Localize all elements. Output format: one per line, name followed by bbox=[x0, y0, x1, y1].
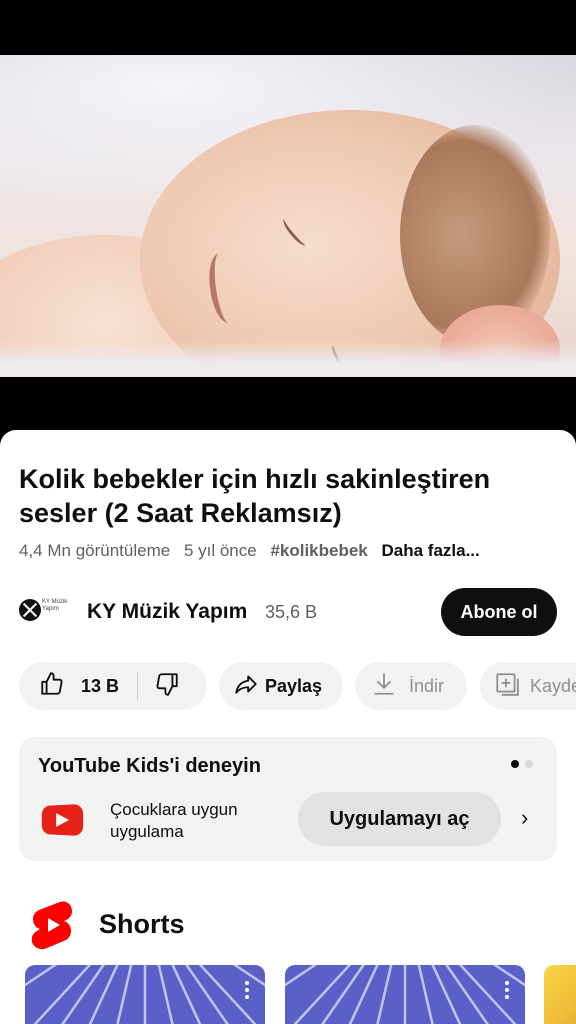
more-description-link[interactable]: Daha fazla... bbox=[382, 541, 480, 560]
shorts-thumbnail-art bbox=[285, 965, 525, 1024]
video-player[interactable] bbox=[0, 55, 576, 377]
channel-row: KY Müzik Yapım KY Müzik Yapım 35,6 B Abo… bbox=[19, 588, 559, 638]
subscribe-button[interactable]: Abone ol bbox=[441, 588, 557, 636]
save-label: Kayde bbox=[530, 675, 576, 696]
download-label: İndir bbox=[409, 675, 445, 696]
download-icon bbox=[371, 671, 401, 701]
upload-age: 5 yıl önce bbox=[183, 541, 257, 560]
video-details-panel: Kolik bebekler için hızlı sakinleştiren … bbox=[0, 430, 576, 1024]
save-button[interactable]: Kayde bbox=[480, 662, 576, 710]
shorts-logo-icon bbox=[31, 901, 72, 950]
like-dislike-group: 13 B bbox=[19, 662, 207, 710]
shorts-thumbnail[interactable] bbox=[544, 965, 576, 1024]
carousel-indicator bbox=[511, 760, 537, 770]
shorts-title: Shorts bbox=[99, 909, 185, 939]
hashtag-link[interactable]: #kolikbebek bbox=[270, 541, 367, 560]
action-bar: 13 B Paylaş İndir Kayde bbox=[19, 662, 576, 710]
carousel-dot bbox=[525, 760, 533, 768]
promo-title: YouTube Kids'i deneyin bbox=[38, 755, 261, 777]
chevron-right-icon[interactable]: › bbox=[521, 807, 535, 829]
share-label: Paylaş bbox=[265, 675, 323, 696]
promo-description: Çocuklara uygun uygulama bbox=[110, 800, 238, 841]
more-vert-icon[interactable] bbox=[245, 981, 249, 999]
thumb-down-icon[interactable] bbox=[154, 671, 184, 701]
video-blanket bbox=[0, 340, 576, 377]
shorts-section-header: Shorts bbox=[30, 900, 330, 950]
download-button[interactable]: İndir bbox=[355, 662, 467, 710]
shorts-thumbnail[interactable] bbox=[285, 965, 525, 1024]
channel-name[interactable]: KY Müzik Yapım bbox=[87, 600, 247, 624]
channel-avatar-text: KY Müzik Yapım bbox=[42, 599, 68, 612]
carousel-dot-active bbox=[511, 760, 519, 768]
share-button[interactable]: Paylaş bbox=[219, 662, 343, 710]
video-title[interactable]: Kolik bebekler için hızlı sakinleştiren … bbox=[19, 462, 539, 530]
shorts-thumbnail[interactable] bbox=[25, 965, 265, 1024]
like-count[interactable]: 13 B bbox=[81, 676, 119, 697]
player-bottom-bar bbox=[0, 377, 576, 432]
youtube-kids-logo-icon bbox=[41, 803, 84, 837]
more-vert-icon[interactable] bbox=[505, 981, 509, 999]
add-to-playlist-icon bbox=[494, 671, 524, 701]
status-bar-area bbox=[0, 0, 576, 55]
share-arrow-icon bbox=[233, 671, 263, 701]
like-divider bbox=[137, 672, 139, 700]
channel-logo-icon bbox=[19, 599, 41, 621]
open-app-button[interactable]: Uygulamayı aç bbox=[298, 792, 501, 846]
shorts-thumbnail-art bbox=[25, 965, 265, 1024]
view-count: 4,4 Mn görüntüleme bbox=[19, 541, 171, 560]
youtube-kids-promo-card: YouTube Kids'i deneyin Çocuklara uygun u… bbox=[19, 737, 557, 861]
thumb-up-icon[interactable] bbox=[39, 671, 69, 701]
channel-avatar[interactable]: KY Müzik Yapım bbox=[19, 596, 69, 626]
subscriber-count: 35,6 B bbox=[265, 602, 318, 622]
video-meta[interactable]: 4,4 Mn görüntüleme 5 yıl önce #kolikbebe… bbox=[19, 541, 489, 561]
